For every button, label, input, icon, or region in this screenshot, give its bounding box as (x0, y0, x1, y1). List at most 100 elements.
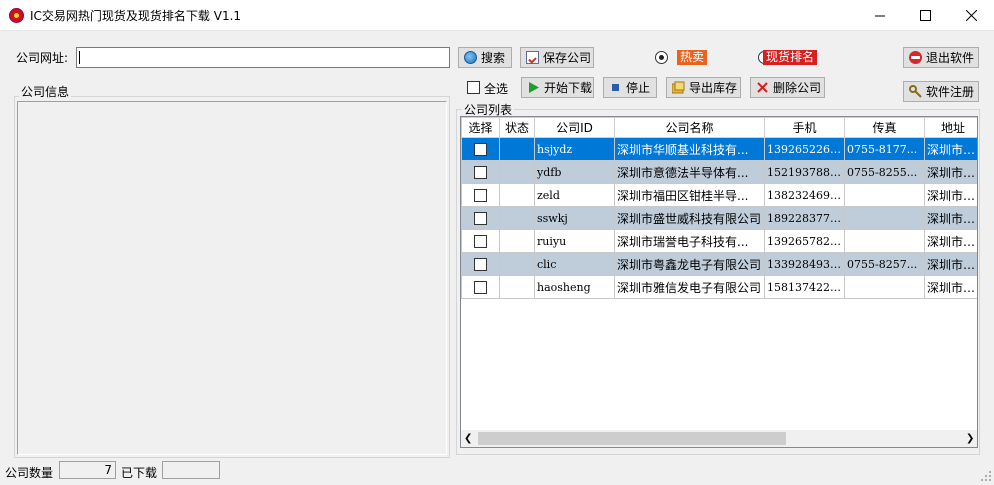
export-inventory-button[interactable]: 导出库存 (666, 77, 741, 98)
company-name-cell: 深圳市粤鑫龙电子有限公司 (614, 252, 765, 276)
mobile-cell: 13926578200 (764, 229, 845, 253)
row-checkbox[interactable] (474, 212, 487, 225)
key-icon (909, 85, 922, 98)
maximize-icon (919, 9, 931, 21)
column-header[interactable]: 状态 (499, 117, 535, 138)
row-checkbox[interactable] (474, 235, 487, 248)
downloaded-value (162, 461, 220, 479)
row-checkbox-cell[interactable] (461, 275, 500, 299)
table-row[interactable]: ruiyu深圳市瑞誉电子科技有...13926578200 深圳市福... (461, 229, 977, 253)
company-info-title: 公司信息 (19, 83, 72, 100)
url-input[interactable] (76, 47, 450, 68)
status-cell (499, 206, 535, 230)
company-name-cell: 深圳市雅信发电子有限公司 (614, 275, 765, 299)
table-row[interactable]: zeld深圳市福田区钳桂半导...13823246998 深圳市福... (461, 183, 977, 207)
exit-button-label: 退出软件 (926, 51, 975, 65)
company-table[interactable]: 选择 状态 公司ID 公司名称 手机 传真 地址 hsjydz 深圳市华顺基业科技有... 13… (460, 116, 978, 448)
table-row[interactable]: sswkj深圳市盛世威科技有限公司18922837709 深圳市福... (461, 206, 977, 230)
address-cell: 深圳市福... (924, 229, 977, 253)
close-icon (965, 9, 977, 21)
mobile-cell: 13926522697 (764, 137, 845, 161)
row-checkbox-cell[interactable] (461, 229, 500, 253)
company-id-cell: hsjydz (534, 137, 615, 161)
app-logo-icon (9, 8, 24, 23)
row-checkbox[interactable] (474, 281, 487, 294)
table-row[interactable]: hsjydz 深圳市华顺基业科技有... 13926522697 0755-8177.… (461, 137, 977, 161)
mobile-cell: 15219378821 (764, 160, 845, 184)
column-header[interactable]: 手机 (764, 117, 845, 138)
row-checkbox-cell[interactable] (461, 252, 500, 276)
url-label: 公司网址: (16, 51, 69, 65)
rank-badge: 现货排名 (763, 50, 818, 65)
status-cell (499, 229, 535, 253)
export-inventory-label: 导出库存 (689, 81, 738, 95)
mobile-cell: 15813742202 (764, 275, 845, 299)
column-header[interactable]: 公司名称 (614, 117, 765, 138)
fax-cell (844, 206, 925, 230)
search-button-label: 搜索 (481, 51, 506, 65)
table-row[interactable]: ydfb 深圳市意德法半导体有... 15219378821 0755-8255...… (461, 160, 977, 184)
search-button[interactable]: 搜索 (458, 47, 512, 68)
stop-button[interactable]: 停止 (603, 77, 657, 98)
register-button[interactable]: 软件注册 (903, 81, 979, 102)
start-download-label: 开始下载 (544, 81, 593, 95)
hot-radio[interactable] (655, 51, 668, 64)
register-button-label: 软件注册 (926, 85, 975, 99)
row-checkbox[interactable] (474, 166, 487, 179)
start-download-button[interactable]: 开始下载 (521, 77, 594, 98)
count-label: 公司数量 (5, 466, 54, 480)
company-id-cell: sswkj (534, 206, 615, 230)
mobile-cell: 18922837709 (764, 206, 845, 230)
hot-badge: 热卖 (677, 50, 708, 65)
downloaded-label: 已下载 (121, 466, 158, 480)
scroll-left-icon[interactable]: ❮ (464, 433, 472, 444)
minimize-icon (874, 15, 885, 16)
close-button[interactable] (948, 0, 994, 30)
globe-icon (464, 51, 477, 64)
status-cell (499, 137, 535, 161)
column-header[interactable]: 选择 (461, 117, 500, 138)
no-entry-icon (909, 51, 922, 64)
fax-cell (844, 183, 925, 207)
address-cell: 深圳市福... (924, 275, 977, 299)
fax-cell: 0755-8255... (844, 160, 925, 184)
address-cell: 深圳市福... (924, 160, 977, 184)
exit-button[interactable]: 退出软件 (903, 47, 979, 68)
save-company-button[interactable]: 保存公司 (520, 47, 594, 68)
column-header[interactable]: 地址 (924, 117, 977, 138)
scrollbar-thumb[interactable] (478, 432, 786, 445)
row-checkbox-cell[interactable] (461, 206, 500, 230)
table-row[interactable]: haosheng深圳市雅信发电子有限公司15813742202 深圳市福... (461, 275, 977, 299)
select-all-checkbox[interactable] (467, 81, 480, 94)
row-checkbox[interactable] (474, 258, 487, 271)
fax-cell: 0755-8257... (844, 252, 925, 276)
status-cell (499, 252, 535, 276)
status-cell (499, 160, 535, 184)
resize-grip-icon[interactable] (980, 470, 992, 482)
minimize-button[interactable] (857, 0, 903, 30)
save-company-label: 保存公司 (543, 51, 592, 65)
delete-company-button[interactable]: 删除公司 (750, 77, 825, 98)
scroll-right-icon[interactable]: ❯ (966, 433, 974, 444)
row-checkbox-cell[interactable] (461, 183, 500, 207)
company-info-textbox[interactable] (17, 101, 447, 455)
status-cell (499, 275, 535, 299)
play-icon (527, 81, 540, 94)
address-cell: 深圳市福... (924, 183, 977, 207)
select-all-label: 全选 (484, 82, 509, 96)
row-checkbox[interactable] (474, 189, 487, 202)
company-name-cell: 深圳市意德法半导体有... (614, 160, 765, 184)
save-document-icon (526, 51, 539, 64)
row-checkbox-cell[interactable] (461, 137, 500, 161)
company-name-cell: 深圳市瑞誉电子科技有... (614, 229, 765, 253)
address-cell: 深圳市福... (924, 137, 977, 161)
column-header[interactable]: 传真 (844, 117, 925, 138)
column-header[interactable]: 公司ID (534, 117, 615, 138)
text-cursor (79, 51, 80, 64)
row-checkbox[interactable] (474, 143, 487, 156)
table-row[interactable]: clic 深圳市粤鑫龙电子有限公司 13392849333 0755-8257... 深… (461, 252, 977, 276)
company-id-cell: ydfb (534, 160, 615, 184)
maximize-button[interactable] (902, 0, 948, 30)
row-checkbox-cell[interactable] (461, 160, 500, 184)
address-cell: 深圳市福... (924, 252, 977, 276)
